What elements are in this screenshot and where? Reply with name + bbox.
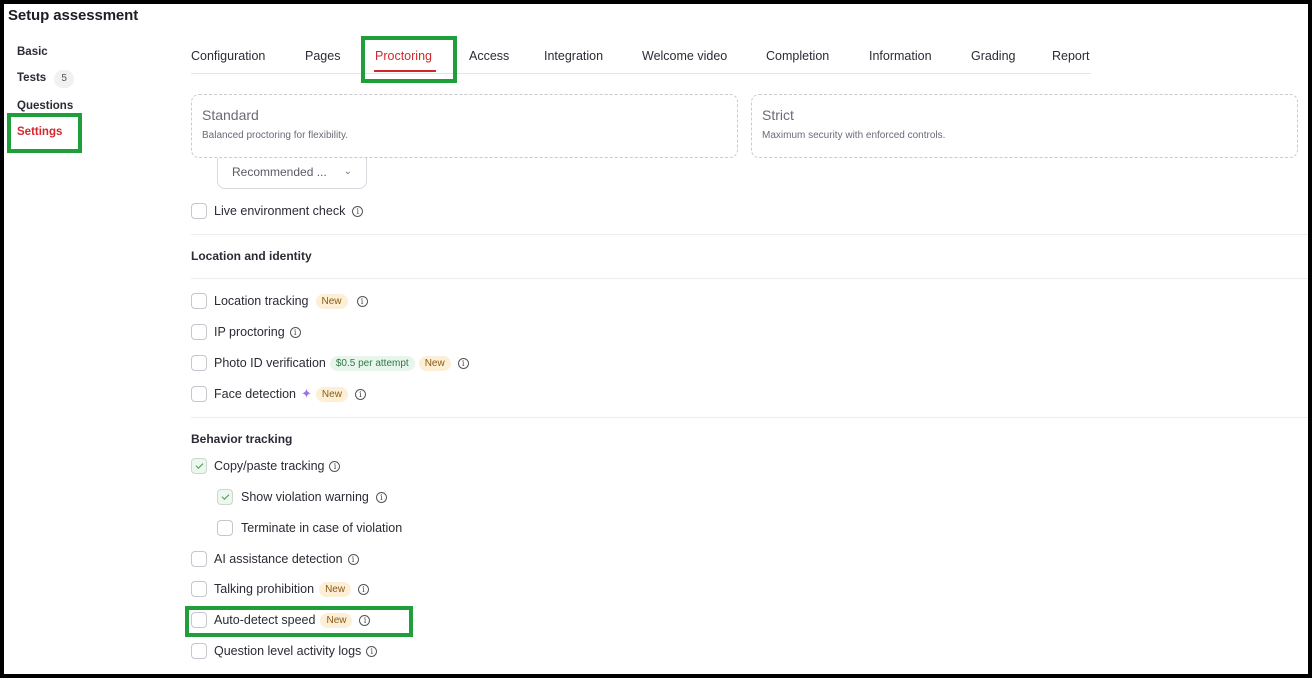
ip-proctoring-row: IP proctoring i (191, 322, 301, 342)
new-badge: New (315, 386, 348, 402)
tab-welcome-video[interactable]: Welcome video (642, 49, 727, 63)
dropdown-value: Recommended ... (232, 165, 327, 179)
ai-assistance-detection-row: AI assistance detection i (191, 549, 359, 569)
terminate-on-violation-row: Terminate in case of violation (217, 518, 402, 538)
mode-description: Balanced proctoring for flexibility. (202, 130, 348, 141)
info-icon[interactable]: i (352, 205, 364, 217)
option-label: Terminate in case of violation (241, 521, 403, 535)
talking-prohibition-checkbox[interactable] (191, 581, 207, 597)
face-detection-row: Face detection ✦ New i (191, 384, 366, 404)
ip-proctoring-checkbox[interactable] (191, 324, 207, 340)
tab-pages[interactable]: Pages (305, 49, 340, 63)
section-title-location: Location and identity (191, 249, 312, 263)
live-environment-check-row: Live environment check i (191, 201, 364, 221)
mode-card-strict[interactable]: Strict Maximum security with enforced co… (751, 94, 1298, 158)
tab-access[interactable]: Access (469, 49, 509, 63)
price-badge: $0.5 per attempt (329, 355, 415, 371)
sidebar-item-basic[interactable]: Basic (17, 46, 48, 58)
option-label: Location tracking (214, 294, 309, 308)
mode-title: Strict (762, 107, 794, 123)
photo-id-verification-checkbox[interactable] (191, 355, 207, 371)
question-activity-logs-row: Question level activity logs i (191, 641, 378, 661)
tab-completion[interactable]: Completion (766, 49, 829, 63)
option-label: AI assistance detection (214, 552, 343, 566)
info-icon[interactable]: i (457, 357, 469, 369)
show-violation-warning-checkbox[interactable] (217, 489, 233, 505)
recommended-dropdown[interactable]: Recommended ... ⌄ (217, 158, 367, 189)
sidebar-item-label: Basic (17, 46, 48, 58)
sidebar-item-questions[interactable]: Questions (17, 100, 73, 112)
option-label: Copy/paste tracking (214, 459, 325, 473)
terminate-on-violation-checkbox[interactable] (217, 520, 233, 536)
option-label: Live environment check (214, 204, 346, 218)
sidebar-item-tests[interactable]: Tests 5 (17, 70, 75, 88)
tests-count-badge: 5 (54, 70, 75, 88)
info-icon[interactable]: i (356, 295, 368, 307)
mode-description: Maximum security with enforced controls. (762, 130, 946, 141)
tab-configuration[interactable]: Configuration (191, 49, 265, 63)
tab-report[interactable]: Report (1052, 49, 1090, 63)
copy-paste-tracking-checkbox[interactable] (191, 458, 207, 474)
info-icon[interactable]: i (289, 326, 301, 338)
tab-grading[interactable]: Grading (971, 49, 1015, 63)
info-icon[interactable]: i (347, 553, 359, 565)
option-label: Question level activity logs (214, 644, 362, 658)
tab-information[interactable]: Information (869, 49, 932, 63)
settings-highlight-box (7, 113, 82, 153)
show-violation-warning-row: Show violation warning i (217, 487, 387, 507)
option-label: Face detection (214, 387, 296, 401)
divider (191, 234, 1308, 235)
copy-paste-tracking-row: Copy/paste tracking i (191, 456, 341, 476)
app-window: Setup assessment Basic Tests 5 Questions … (4, 4, 1308, 674)
ai-assistance-detection-checkbox[interactable] (191, 551, 207, 567)
info-icon[interactable]: i (329, 460, 341, 472)
info-icon[interactable]: i (375, 491, 387, 503)
mode-title: Standard (202, 107, 259, 123)
question-activity-logs-checkbox[interactable] (191, 643, 207, 659)
option-label: Photo ID verification (214, 356, 326, 370)
sidebar-item-label: Questions (17, 100, 74, 112)
chevron-down-icon: ⌄ (343, 166, 352, 177)
divider (191, 417, 1308, 418)
tab-integration[interactable]: Integration (544, 49, 603, 63)
photo-id-verification-row: Photo ID verification $0.5 per attempt N… (191, 353, 469, 373)
info-icon[interactable]: i (354, 388, 366, 400)
option-label: IP proctoring (214, 325, 285, 339)
info-icon[interactable]: i (358, 583, 370, 595)
divider (191, 278, 1308, 279)
talking-prohibition-row: Talking prohibition New i (191, 579, 370, 599)
page-title: Setup assessment (8, 7, 139, 24)
sparkle-icon: ✦ (301, 386, 312, 401)
mode-card-standard[interactable]: Standard Balanced proctoring for flexibi… (191, 94, 738, 158)
new-badge: New (319, 581, 352, 597)
live-environment-check-checkbox[interactable] (191, 203, 207, 219)
option-label: Talking prohibition (214, 582, 315, 596)
sidebar-item-label: Tests (17, 72, 47, 84)
option-label: Show violation warning (241, 490, 369, 504)
info-icon[interactable]: i (366, 645, 378, 657)
location-tracking-row: Location tracking New i (191, 291, 368, 311)
new-badge: New (418, 355, 451, 371)
location-tracking-checkbox[interactable] (191, 293, 207, 309)
proctoring-highlight-box (361, 36, 457, 83)
face-detection-checkbox[interactable] (191, 386, 207, 402)
new-badge: New (315, 293, 348, 309)
auto-detect-speed-highlight-box (185, 606, 413, 637)
section-title-behavior: Behavior tracking (191, 432, 293, 446)
tab-bar: Configuration Pages Proctoring Access In… (191, 42, 1091, 74)
